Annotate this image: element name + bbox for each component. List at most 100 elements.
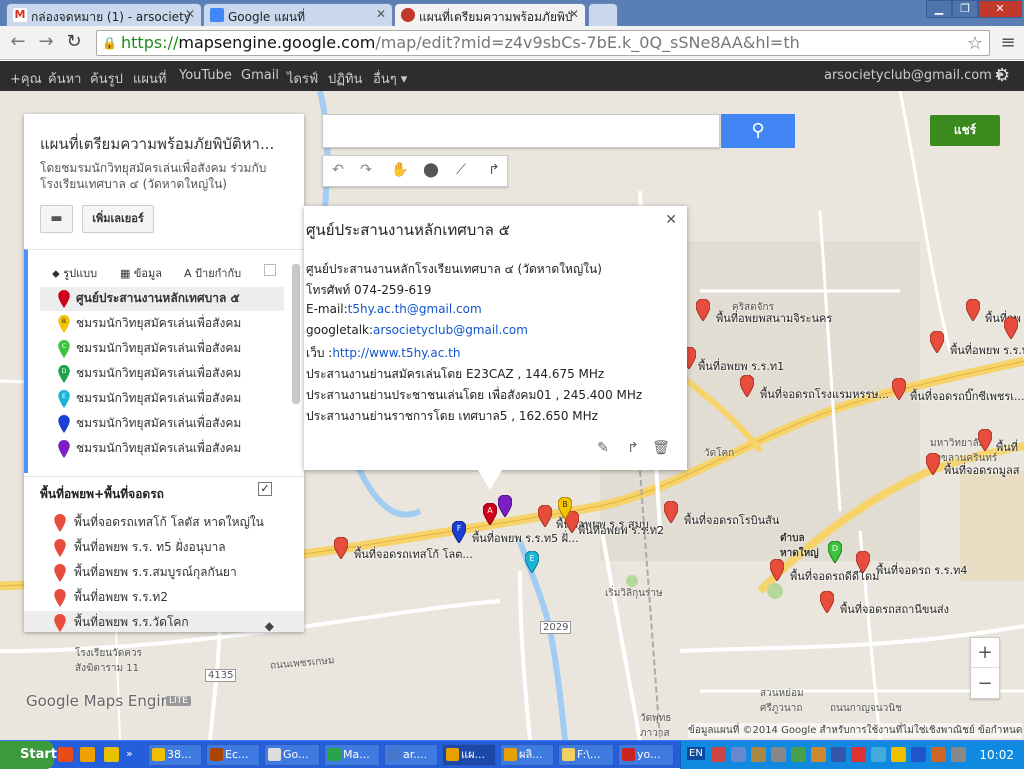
tray-icon[interactable] (831, 747, 846, 762)
tray-icon[interactable] (891, 747, 906, 762)
tray-icon[interactable] (851, 747, 866, 762)
gbar-calendar[interactable]: ปฏิทิน (328, 68, 362, 89)
search-button[interactable]: ⚲ (721, 114, 795, 148)
back-icon[interactable]: ← (6, 31, 30, 55)
gtalk-link[interactable]: arsocietyclub@gmail.com (373, 323, 528, 337)
style-tab[interactable]: ⬥ รูปแบบ (52, 264, 97, 282)
taskbar-item[interactable]: yo... (618, 744, 674, 766)
layer-options-checkbox[interactable] (264, 264, 276, 276)
data-tab[interactable]: ▦ ข้อมูล (120, 264, 162, 282)
layer-title[interactable]: พื้นที่อพยพ+พื้นที่จอดรถ (40, 485, 164, 504)
map-pin-red[interactable] (926, 453, 940, 475)
list-item[interactable]: พื้นที่อพยพ ร.ร.วัดโคก ◆ (24, 611, 304, 632)
map-pin-red[interactable] (696, 299, 710, 321)
map-search-input[interactable] (322, 114, 720, 148)
redo-icon[interactable]: ↷ (355, 162, 377, 182)
taskbar-item[interactable]: 38... (148, 744, 202, 766)
list-item[interactable]: B ชมรมนักวิทยุสมัครเล่นเพื่อสังคม (40, 312, 284, 336)
list-item[interactable]: D ชมรมนักวิทยุสมัครเล่นเพื่อสังคม (40, 362, 284, 386)
list-item[interactable]: พื้นที่อพยพ ร.ร.ท2 (24, 586, 304, 610)
maximize-icon[interactable]: ❐ (952, 0, 978, 18)
tray-icon[interactable] (711, 747, 726, 762)
draw-line-icon[interactable]: ⟋ (450, 162, 472, 182)
map-pin-red[interactable] (538, 505, 552, 527)
gbar-search[interactable]: ค้นหา (48, 68, 81, 89)
layer-visibility-checkbox[interactable]: ✓ (258, 482, 272, 496)
new-tab-button[interactable] (588, 3, 618, 26)
gbar-gmail[interactable]: Gmail (241, 68, 279, 83)
browser-menu-icon[interactable]: ≡ (998, 32, 1018, 54)
list-item[interactable]: ชมรมนักวิทยุสมัครเล่นเพื่อสังคม (40, 412, 284, 436)
tab-gmail[interactable]: M กล่องจดหมาย (1) - arsociety ✕ (6, 3, 202, 26)
minimize-icon[interactable]: ▁ (926, 0, 952, 18)
map-pin-red[interactable] (978, 429, 992, 451)
firefox-icon[interactable] (80, 747, 95, 762)
edit-pencil-icon[interactable]: ✎ (594, 440, 612, 458)
tab-close-icon[interactable]: ✕ (376, 7, 386, 21)
panel-scrollbar[interactable] (292, 264, 300, 404)
list-item[interactable]: C ชมรมนักวิทยุสมัครเล่นเพื่อสังคม (40, 337, 284, 361)
map-pin-blue-f[interactable]: F (452, 521, 466, 543)
taskbar-item[interactable]: ผลิ... (500, 744, 554, 766)
folder-button[interactable]: ▬ (40, 205, 73, 233)
gbar-maps[interactable]: แผนที่ (133, 68, 166, 89)
gbar-drive[interactable]: ไดรฟ์ (287, 68, 318, 89)
tray-icon[interactable] (791, 747, 806, 762)
directions-icon[interactable]: ↱ (483, 162, 505, 182)
map-pin-red[interactable] (930, 331, 944, 353)
tray-icon[interactable] (731, 747, 746, 762)
map-pin-cyan-e[interactable]: E (525, 551, 539, 573)
map-pin-red[interactable] (820, 591, 834, 613)
chrome-icon[interactable] (58, 747, 73, 762)
map-pin-red[interactable] (664, 501, 678, 523)
tray-icon[interactable] (911, 747, 926, 762)
start-button[interactable]: Start (0, 741, 57, 769)
tray-icon[interactable] (951, 747, 966, 762)
labels-tab[interactable]: A ป้ายกำกับ (184, 264, 241, 282)
tab-close-icon[interactable]: ✕ (185, 7, 195, 21)
map-pin-green-d[interactable]: D (828, 541, 842, 563)
map-pin-red[interactable] (966, 299, 980, 321)
undo-icon[interactable]: ↶ (327, 162, 349, 182)
list-item[interactable]: ศูนย์ประสานงานหลักเทศบาล ๕ (40, 287, 284, 311)
zoom-out-button[interactable]: − (971, 669, 999, 699)
paint-bucket-icon[interactable]: ◆ (265, 615, 274, 632)
gbar-more[interactable]: อื่นๆ ▾ (373, 68, 407, 89)
map-pin-red[interactable] (856, 551, 870, 573)
tray-icon[interactable] (811, 747, 826, 762)
trash-icon[interactable]: 🗑 (652, 440, 670, 458)
reload-icon[interactable]: ↻ (62, 31, 86, 55)
chevron-icon[interactable]: » (126, 747, 141, 762)
language-indicator[interactable]: EN (687, 747, 705, 760)
map-pin-red[interactable] (334, 537, 348, 559)
list-item[interactable]: พื้นที่อพยพ ร.ร. ท5 ฝั่งอนุบาล (24, 536, 304, 560)
email-link[interactable]: t5hy.ac.th@gmail.com (348, 302, 482, 316)
map-pin-red-a[interactable]: A (483, 503, 497, 525)
forward-icon[interactable]: → (34, 31, 58, 55)
taskbar-item[interactable]: Ec... (206, 744, 260, 766)
account-menu[interactable]: arsocietyclub@gmail.com ▾ (824, 68, 1003, 83)
map-pin-red[interactable] (1004, 317, 1018, 339)
speaker-icon[interactable] (771, 747, 786, 762)
tab-google-maps[interactable]: Google แผนที่ ✕ (203, 3, 393, 26)
close-icon[interactable]: ✕ (665, 212, 677, 228)
web-link[interactable]: http://www.t5hy.ac.th (332, 346, 460, 360)
map-title[interactable]: แผนที่เตรียมความพร้อมภัยพิบัติหา... (40, 132, 300, 156)
taskbar-item-active[interactable]: แผ... (442, 744, 496, 766)
directions-icon[interactable]: ↱ (624, 440, 642, 458)
gbar-images[interactable]: ค้นรูป (90, 68, 123, 89)
taskbar-item[interactable]: Go... (264, 744, 320, 766)
close-window-icon[interactable]: ✕ (978, 0, 1022, 18)
tab-maps-engine[interactable]: แผนที่เตรียมความพร้อมภัยพิบั ✕ (394, 3, 586, 26)
folder-icon[interactable] (104, 747, 119, 762)
zoom-in-button[interactable]: + (971, 638, 999, 668)
list-item[interactable]: พื้นที่จอดรถเทสโก้ โลตัส หาดใหญ่ใน (24, 511, 304, 535)
taskbar-item[interactable]: Ma... (324, 744, 380, 766)
tray-icon[interactable] (751, 747, 766, 762)
list-item[interactable]: พื้นที่อพยพ ร.ร.สมบูรณ์กุลกันยา (24, 561, 304, 585)
taskbar-item[interactable]: ar.... (384, 744, 438, 766)
tray-icon[interactable] (871, 747, 886, 762)
map-pin-red[interactable] (740, 375, 754, 397)
gbar-plus-you[interactable]: +คุณ (10, 68, 42, 89)
list-item[interactable]: E ชมรมนักวิทยุสมัครเล่นเพื่อสังคม (40, 387, 284, 411)
